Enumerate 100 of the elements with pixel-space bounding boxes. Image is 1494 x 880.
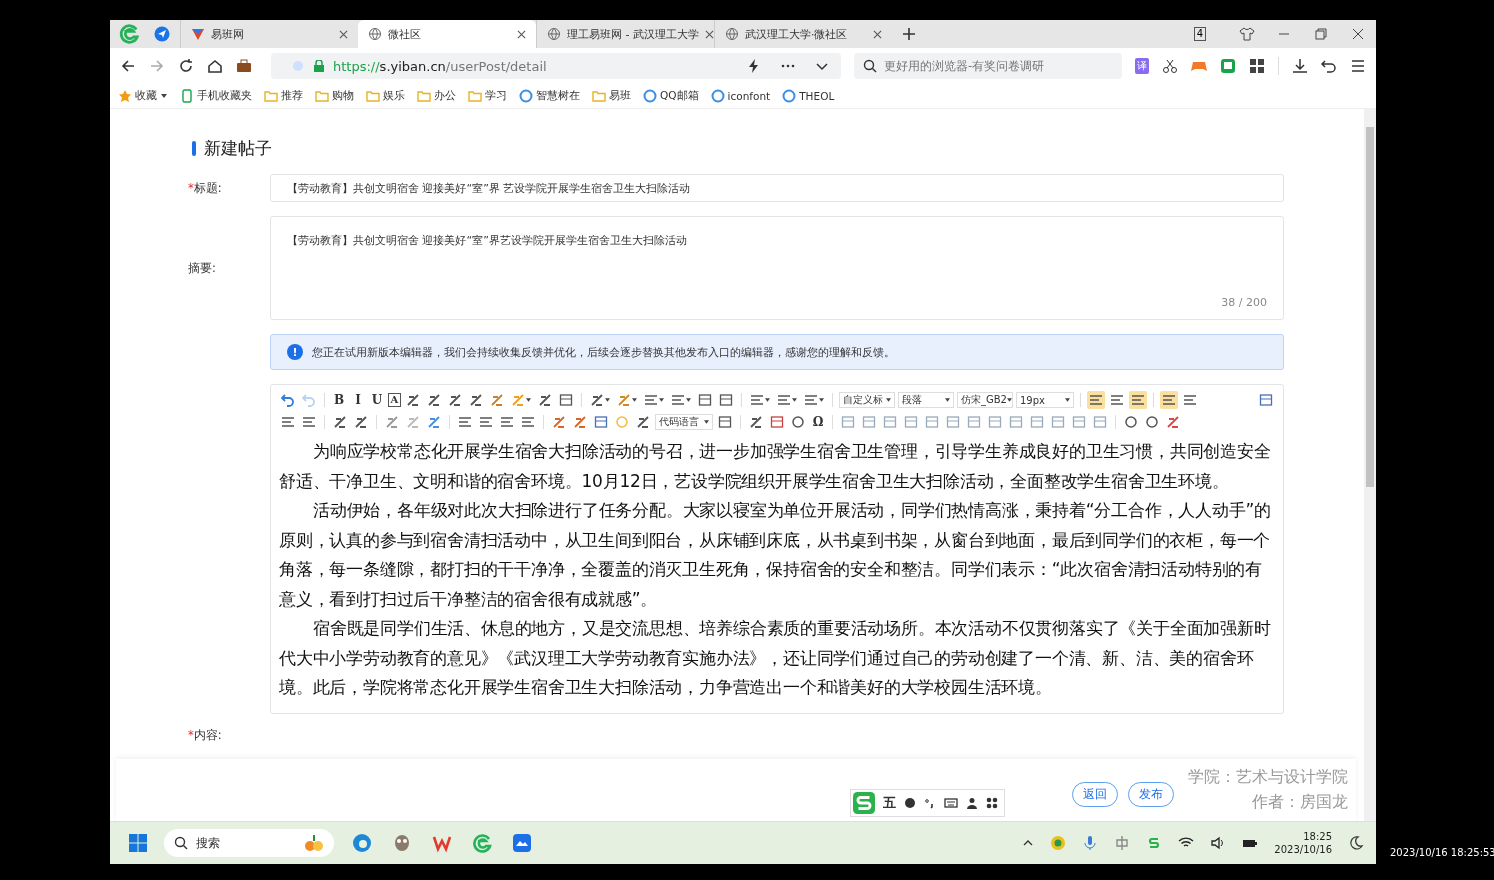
scissors-icon[interactable] xyxy=(1162,58,1178,74)
lightning-icon[interactable] xyxy=(747,59,761,73)
mascot-app-icon[interactable] xyxy=(392,833,412,853)
bookmark-item[interactable]: 智慧树在 xyxy=(519,89,580,103)
close-icon[interactable] xyxy=(339,29,348,39)
footer-button[interactable]: 发布 xyxy=(1128,782,1174,807)
bookmark-item[interactable]: 学习 xyxy=(468,89,507,103)
bookmark-item[interactable]: 收藏 xyxy=(118,89,157,103)
shirt-icon[interactable] xyxy=(1239,26,1255,42)
dot-icon[interactable] xyxy=(904,797,916,809)
close-icon[interactable] xyxy=(517,29,526,39)
binoculars-button[interactable] xyxy=(1143,413,1161,431)
keyboard-icon[interactable] xyxy=(944,796,958,810)
punctuation-icon[interactable] xyxy=(924,797,936,809)
person-icon[interactable] xyxy=(966,797,978,809)
moon-icon[interactable] xyxy=(1348,835,1364,851)
send-icon[interactable] xyxy=(154,26,170,42)
toolbar-dropdown[interactable]: 自定义标 xyxy=(839,392,895,408)
taskbar-search[interactable]: 搜索 xyxy=(164,829,334,857)
edge-browser-icon[interactable] xyxy=(352,833,372,853)
browser-tab[interactable]: 理工易班网 - 武汉理工大学 xyxy=(536,20,714,48)
home-icon[interactable] xyxy=(207,58,223,74)
table-button[interactable] xyxy=(860,413,878,431)
page-button[interactable] xyxy=(717,391,735,409)
taskbar-clock[interactable]: 18:25 2023/10/16 xyxy=(1274,830,1332,856)
close-window-icon[interactable] xyxy=(1350,26,1366,42)
browser-app-icon[interactable] xyxy=(472,833,492,853)
grid-icon[interactable] xyxy=(986,797,998,809)
format-button[interactable]: I xyxy=(350,393,366,407)
table-button[interactable] xyxy=(839,413,857,431)
start-icon[interactable] xyxy=(128,833,148,853)
toolbar-dropdown[interactable]: 代码语言 xyxy=(655,414,713,430)
reload-icon[interactable] xyxy=(178,58,194,74)
toolbar-dropdown[interactable]: 19px xyxy=(1016,392,1074,408)
ltr-button[interactable] xyxy=(1087,391,1105,409)
monitor-button[interactable] xyxy=(1257,391,1275,409)
magnifier-button[interactable] xyxy=(1122,413,1140,431)
bookmark-item[interactable]: QQ邮箱 xyxy=(643,89,699,103)
forward-icon[interactable] xyxy=(149,58,165,74)
caret-icon[interactable] xyxy=(160,92,168,100)
toolbar-dropdown[interactable]: 仿宋_GB2 xyxy=(957,392,1013,408)
undo-button[interactable] xyxy=(279,391,297,409)
bookmark-item[interactable]: 手机收藏夹 xyxy=(180,89,252,103)
table-button[interactable] xyxy=(986,413,1004,431)
align-left-button[interactable] xyxy=(1160,391,1178,409)
bookmark-item[interactable]: 易班 xyxy=(592,89,631,103)
page-break-button[interactable] xyxy=(716,413,734,431)
address-bar[interactable]: https://s.yiban.cn/userPost/detail xyxy=(271,53,841,79)
search-field[interactable]: 更好用的浏览器-有奖问卷调研 xyxy=(854,53,1122,79)
briefcase-icon[interactable] xyxy=(236,58,252,74)
format-button[interactable]: A xyxy=(388,393,401,407)
undo-arrow-icon[interactable] xyxy=(1321,58,1337,74)
table-button[interactable] xyxy=(1049,413,1067,431)
video-button[interactable] xyxy=(592,413,610,431)
apps-icon[interactable] xyxy=(1249,58,1265,74)
bookmark-item[interactable]: 推荐 xyxy=(264,89,303,103)
cloud-app-icon[interactable] xyxy=(512,833,532,853)
toolbar-dropdown[interactable]: 段落 xyxy=(898,392,954,408)
format-button[interactable]: U xyxy=(369,393,385,407)
bookmark-item[interactable]: 购物 xyxy=(315,89,354,103)
ime-mode[interactable]: 五 xyxy=(883,794,896,812)
table-button[interactable] xyxy=(902,413,920,431)
ime-logo-icon[interactable] xyxy=(853,792,875,814)
tray-app-icon[interactable] xyxy=(1050,835,1067,851)
rich-text-editor[interactable] xyxy=(270,384,1284,714)
bookmark-item[interactable]: iconfont xyxy=(710,89,771,103)
title-input[interactable]: 【劳动教育】共创文明宿舍 迎接美好“室”界 艺设学院开展学生宿舍卫生大扫除活动 xyxy=(270,174,1284,202)
paste-button[interactable] xyxy=(557,391,575,409)
format-button[interactable]: Ω xyxy=(810,415,826,429)
indent-button[interactable] xyxy=(1129,391,1147,409)
calendar-button[interactable] xyxy=(768,413,786,431)
box-button[interactable] xyxy=(696,391,714,409)
table-button[interactable] xyxy=(1091,413,1109,431)
microphone-icon[interactable] xyxy=(1082,835,1099,851)
format-button[interactable]: B xyxy=(331,393,347,407)
table-button[interactable] xyxy=(923,413,941,431)
scrollbar-thumb[interactable] xyxy=(1366,127,1374,487)
close-icon[interactable] xyxy=(704,29,714,39)
tab-count[interactable]: 4 xyxy=(1193,27,1206,41)
back-icon[interactable] xyxy=(120,58,136,74)
bookmark-item[interactable]: THEOL xyxy=(782,89,835,103)
summary-textarea[interactable]: 【劳动教育】共创文明宿舍 迎接美好“室”界艺设学院开展学生宿舍卫生大扫除活动 38 / 200 xyxy=(270,216,1284,320)
table-button[interactable] xyxy=(881,413,899,431)
footer-button[interactable]: 返回 xyxy=(1072,782,1118,807)
new-tab-icon[interactable] xyxy=(902,27,916,41)
clock-button[interactable] xyxy=(789,413,807,431)
translate-button[interactable]: 译 xyxy=(1135,58,1149,74)
download-icon[interactable] xyxy=(1292,58,1308,74)
table-button[interactable] xyxy=(1070,413,1088,431)
bookmark-item[interactable]: 办公 xyxy=(417,89,456,103)
close-icon[interactable] xyxy=(873,29,882,39)
menu-icon[interactable] xyxy=(1350,58,1366,74)
browser-tab[interactable]: 武汉理工大学·微社区 xyxy=(714,20,892,48)
restore-icon[interactable] xyxy=(1313,26,1329,42)
browser-logo-icon[interactable] xyxy=(118,23,140,45)
bookmark-item[interactable]: 娱乐 xyxy=(366,89,405,103)
ime-tray-icon[interactable] xyxy=(1114,835,1131,851)
table-button[interactable] xyxy=(1007,413,1025,431)
table-button[interactable] xyxy=(944,413,962,431)
book-icon[interactable] xyxy=(1220,58,1236,74)
